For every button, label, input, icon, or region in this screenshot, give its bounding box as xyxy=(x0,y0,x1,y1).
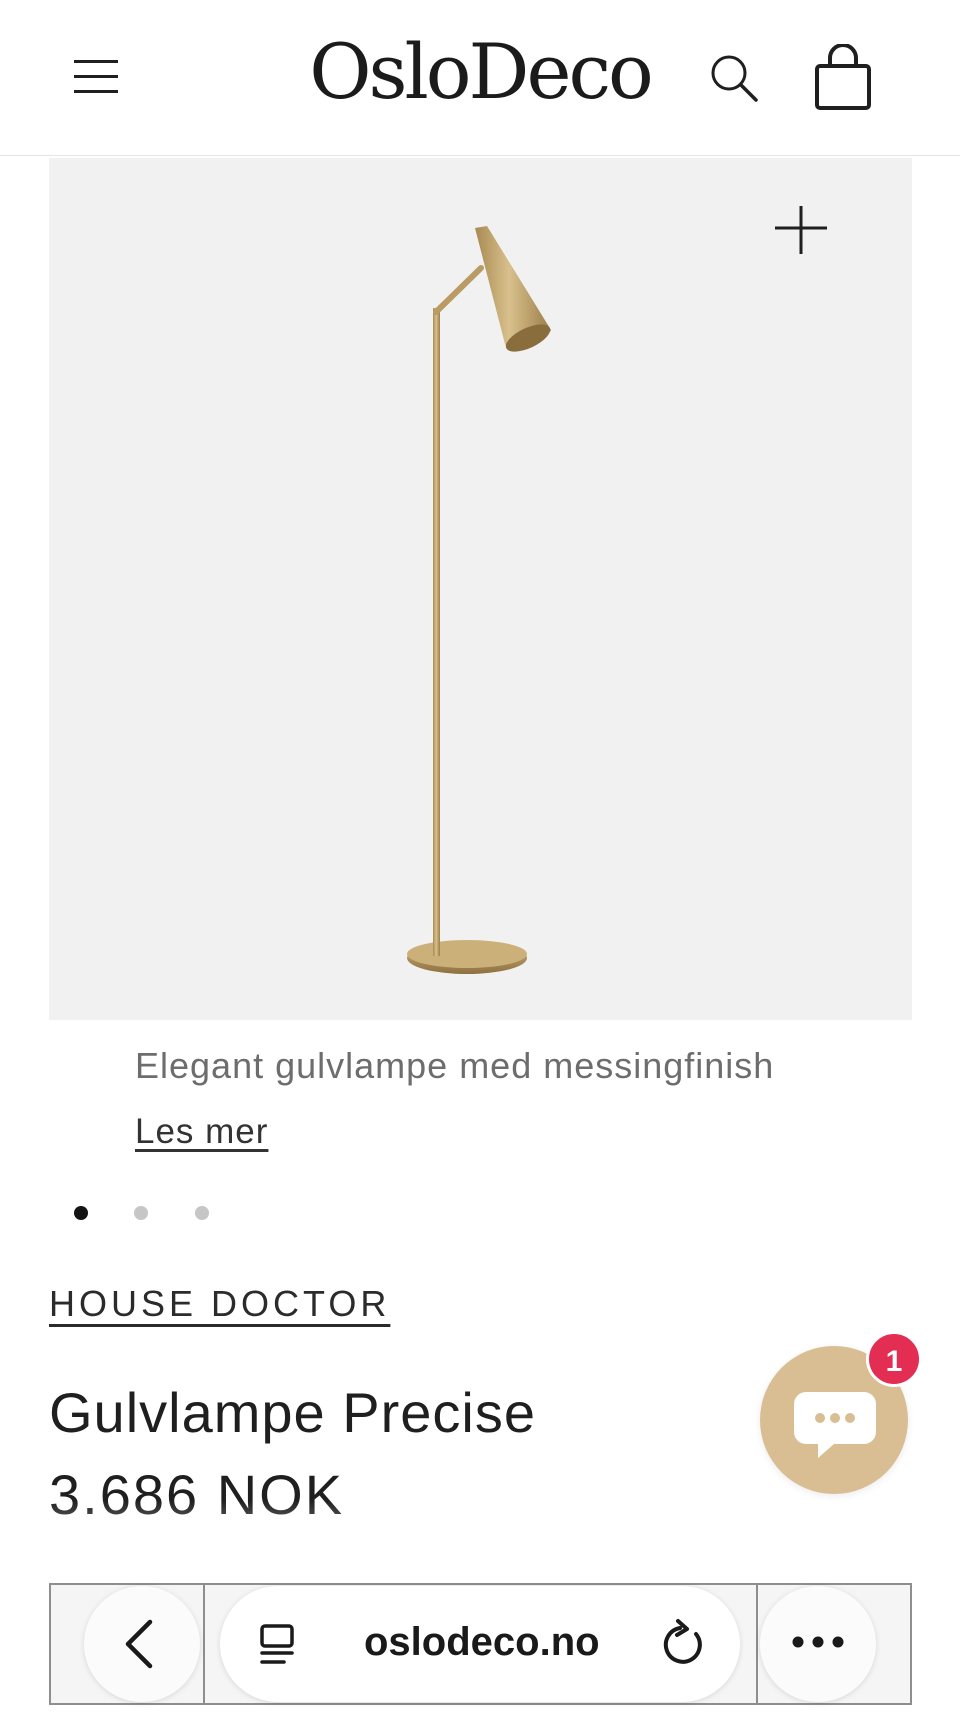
hamburger-menu-icon xyxy=(74,60,118,63)
site-logo[interactable]: OsloDeco xyxy=(300,22,660,122)
reload-icon xyxy=(663,1619,702,1664)
page-fade xyxy=(0,1500,960,1590)
cart-button[interactable] xyxy=(812,43,876,112)
url-text: oslodeco.no xyxy=(364,1620,600,1664)
search-icon xyxy=(711,55,758,102)
menu-button[interactable] xyxy=(70,50,126,100)
shopping-bag-icon xyxy=(815,43,871,110)
chevron-left-icon xyxy=(125,1619,153,1669)
browser-more-button[interactable] xyxy=(760,1586,876,1702)
site-header: OsloDeco xyxy=(0,0,960,156)
slide-dot-1[interactable] xyxy=(74,1206,88,1220)
slide-dot-2[interactable] xyxy=(134,1206,148,1220)
toolbar-divider xyxy=(756,1585,758,1703)
product-image-gallery[interactable] xyxy=(49,158,912,1020)
plus-icon xyxy=(775,206,827,254)
product-title: Gulvlampe Precise xyxy=(49,1381,536,1444)
page-tabs-icon xyxy=(260,1624,294,1664)
slide-dot-3[interactable] xyxy=(195,1206,209,1220)
reload-button[interactable] xyxy=(658,1618,710,1670)
read-more-link[interactable]: Les mer xyxy=(135,1112,268,1152)
zoom-button[interactable] xyxy=(773,202,829,258)
chat-notification-badge: 1 xyxy=(866,1331,922,1387)
address-bar[interactable]: oslodeco.no xyxy=(220,1586,740,1702)
search-button[interactable] xyxy=(706,50,762,106)
brand-link[interactable]: HOUSE DOCTOR xyxy=(49,1283,390,1325)
product-image xyxy=(407,226,551,974)
more-dots-icon xyxy=(792,1636,844,1648)
image-caption: Elegant gulvlampe med messingfinish xyxy=(135,1045,775,1086)
browser-back-button[interactable] xyxy=(84,1586,200,1702)
toolbar-divider xyxy=(203,1585,205,1703)
